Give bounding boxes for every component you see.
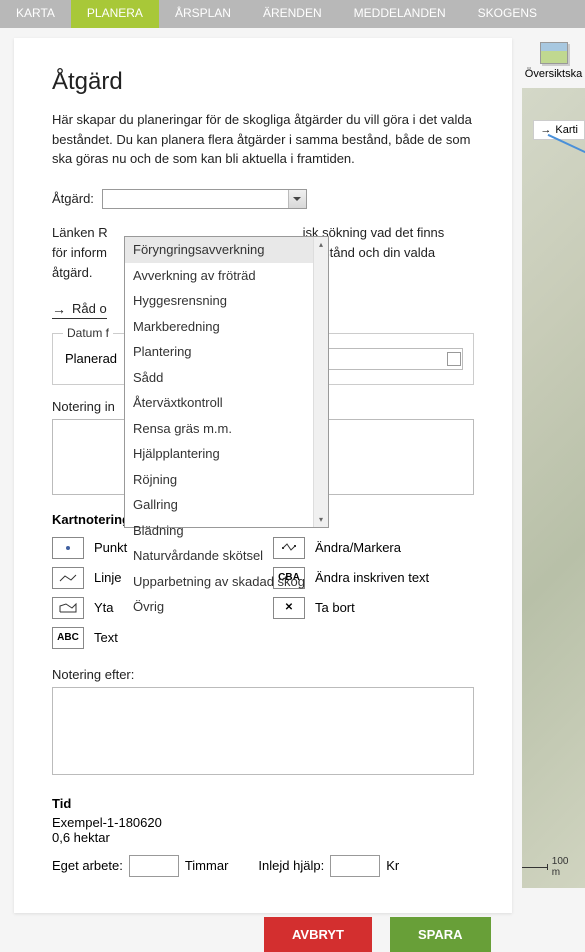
chevron-down-icon[interactable] [288,190,306,208]
dropdown-item[interactable]: Naturvårdande skötsel [125,543,328,569]
nav-meddelanden[interactable]: MEDDELANDEN [338,0,462,28]
dropdown-item[interactable]: Återväxtkontroll [125,390,328,416]
button-bar: AVBRYT SPARA [264,917,491,952]
save-button[interactable]: SPARA [390,917,491,952]
polygon-icon [52,597,84,619]
dropdown-item[interactable]: Blädning [125,518,328,544]
nav-karta[interactable]: KARTA [0,0,71,28]
dropdown-item[interactable]: Hjälpplantering [125,441,328,467]
calendar-icon[interactable] [447,352,461,366]
scroll-up-icon[interactable]: ▴ [314,237,328,252]
dropdown-item[interactable]: Avverkning av fröträd [125,263,328,289]
tid-area: 0,6 hektar [52,830,474,845]
dropdown-item[interactable]: Övrig [125,594,328,620]
dropdown-item[interactable]: Sådd [125,365,328,391]
map[interactable]: → Karti 100 m [522,88,585,888]
overview-map-icon [540,42,568,64]
nav-arsplan[interactable]: ÅRSPLAN [159,0,247,28]
arrow-right-icon: → [52,301,66,317]
line-icon [52,567,84,589]
abc-icon: ABC [52,627,84,649]
map-line-feature [523,134,585,222]
dropdown-item[interactable]: Plantering [125,339,328,365]
hired-unit: Kr [386,858,399,873]
dropdown-item[interactable]: Markberedning [125,314,328,340]
own-work-unit: Timmar [185,858,229,873]
date-legend: Datum f [63,326,113,340]
map-tab[interactable]: → Karti [533,120,585,140]
advice-link[interactable]: → Råd o [52,301,107,319]
dropdown-item[interactable]: Föryngringsavverkning [125,237,328,263]
planned-label: Planerad [65,351,117,366]
note-after-textarea[interactable] [52,687,474,775]
note-after-label: Notering efter: [52,667,474,682]
intro-text: Här skapar du planeringar för de skoglig… [52,110,474,169]
cancel-button[interactable]: AVBRYT [264,917,372,952]
dropdown-item[interactable]: Gallring [125,492,328,518]
overview-button[interactable]: Översiktska [522,38,585,88]
kart-text[interactable]: ABC Text [52,627,253,649]
nav-arenden[interactable]: ÄRENDEN [247,0,338,28]
atgard-label: Åtgärd: [52,191,94,206]
dropdown-item[interactable]: Röjning [125,467,328,493]
nav-skogens[interactable]: SKOGENS [462,0,553,28]
top-nav: KARTA PLANERA ÅRSPLAN ÄRENDEN MEDDELANDE… [0,0,585,28]
nav-planera[interactable]: PLANERA [71,0,159,28]
tid-example: Exempel-1-180620 [52,815,474,830]
own-work-input[interactable] [129,855,179,877]
tid-title: Tid [52,796,474,811]
dot-icon [52,537,84,559]
scroll-down-icon[interactable]: ▾ [314,512,328,527]
hired-label: Inlejd hjälp: [258,858,324,873]
scale-bar: 100 m [522,856,575,878]
hired-input[interactable] [330,855,380,877]
own-work-label: Eget arbete: [52,858,123,873]
atgard-select[interactable] [102,189,307,209]
dropdown-item[interactable]: Upparbetning av skadad skog [125,569,328,595]
tid-section: Tid Exempel-1-180620 0,6 hektar Eget arb… [52,796,474,877]
atgard-dropdown[interactable]: Föryngringsavverkning Avverkning av fröt… [124,236,329,528]
page-title: Åtgärd [52,68,474,96]
dropdown-item[interactable]: Rensa gräs m.m. [125,416,328,442]
scrollbar[interactable]: ▴ ▾ [313,237,328,527]
dropdown-item[interactable]: Hyggesrensning [125,288,328,314]
form-panel: Åtgärd Här skapar du planeringar för de … [14,38,512,913]
right-sidebar: Översiktska → Karti 100 m [522,38,585,913]
